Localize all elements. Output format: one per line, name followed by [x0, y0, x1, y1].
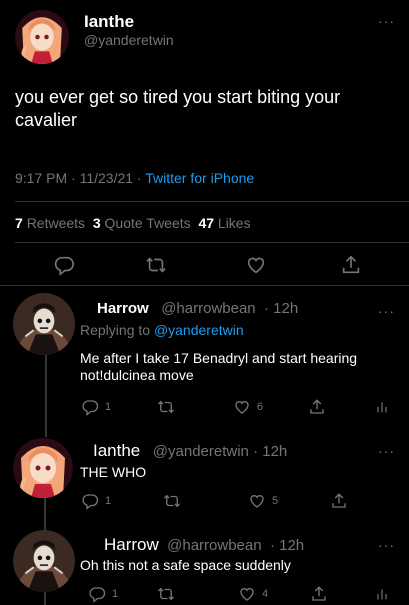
reply-header: Harrow @harrowbean · 12h: [104, 535, 304, 555]
retweets-stat[interactable]: 7 Retweets: [15, 215, 85, 231]
divider: [0, 285, 409, 286]
reply-button[interactable]: [53, 254, 75, 276]
share-button[interactable]: [308, 398, 326, 416]
reply-header: Ianthe @yanderetwin · 12h: [93, 441, 287, 461]
author-handle[interactable]: @harrowbean: [161, 300, 255, 317]
retweet-button[interactable]: [157, 585, 175, 603]
tweet-timestamp: 9:17 PM · 11/23/21 · Twitter for iPhone: [15, 170, 254, 186]
replying-to-prefix: Replying to: [80, 322, 151, 338]
like-button[interactable]: 5: [248, 492, 278, 510]
reply-button[interactable]: 1: [81, 492, 111, 510]
replying-to: Replying to @yanderetwin: [80, 322, 244, 338]
avatar[interactable]: [13, 530, 75, 592]
heart-icon: [248, 492, 266, 510]
reply-header: Harrow @harrowbean · 12h: [97, 300, 298, 317]
like-button[interactable]: [245, 254, 267, 276]
divider: [15, 201, 409, 202]
share-button[interactable]: [310, 585, 328, 603]
harrow-avatar-icon: [13, 530, 75, 592]
reply-text: THE WHO: [80, 464, 147, 480]
share-button[interactable]: [330, 492, 348, 510]
retweet-button[interactable]: [145, 254, 167, 276]
author-name[interactable]: Ianthe: [84, 12, 134, 32]
reply-icon: [81, 492, 99, 510]
analytics-icon: [374, 585, 390, 603]
heart-icon: [238, 585, 256, 603]
retweet-icon: [157, 585, 175, 603]
retweet-icon: [157, 398, 175, 416]
reply-count: 1: [112, 588, 119, 600]
reply-time[interactable]: · 12h: [264, 300, 298, 317]
reply-text-line: not!dulcinea move: [80, 367, 194, 383]
share-icon: [340, 254, 362, 276]
author-name[interactable]: Harrow: [97, 300, 149, 317]
author-handle[interactable]: @yanderetwin: [153, 443, 249, 460]
retweet-button[interactable]: [157, 398, 175, 416]
reply-icon: [81, 398, 99, 416]
reply-text: Oh this not a safe space suddenly: [80, 557, 291, 573]
share-icon: [308, 398, 326, 416]
reply-text: Me after I take 17 Benadryl and start he…: [80, 350, 357, 384]
retweet-icon: [145, 254, 167, 276]
like-count: 4: [262, 588, 269, 600]
like-count: 6: [257, 401, 264, 413]
avatar[interactable]: [13, 293, 75, 355]
harrow-avatar-icon: [13, 293, 75, 355]
reply-icon: [88, 585, 106, 603]
divider: [15, 242, 409, 243]
reply-button[interactable]: 1: [88, 585, 118, 603]
tweet-text-line: cavalier: [15, 110, 78, 130]
analytics-icon: [374, 398, 390, 416]
thread-line: [44, 592, 46, 605]
more-icon[interactable]: ···: [378, 304, 395, 318]
retweet-button[interactable]: [163, 492, 181, 510]
analytics-button[interactable]: [374, 585, 390, 603]
more-icon[interactable]: ···: [378, 14, 395, 28]
heart-icon: [245, 254, 267, 276]
share-icon: [310, 585, 328, 603]
engagement-stats: 7 Retweets 3 Quote Tweets 47 Likes: [15, 215, 251, 231]
reply-count: 1: [105, 495, 112, 507]
like-button[interactable]: 4: [238, 585, 268, 603]
thread-line: [45, 355, 47, 437]
avatar[interactable]: [13, 438, 73, 498]
reply-time[interactable]: · 12h: [270, 537, 304, 554]
reply-time[interactable]: · 12h: [253, 443, 287, 460]
author-name[interactable]: Harrow: [104, 535, 159, 554]
author-name[interactable]: Ianthe: [93, 441, 140, 460]
retweet-icon: [163, 492, 181, 510]
tweet-source-link[interactable]: Twitter for iPhone: [145, 170, 254, 186]
analytics-button[interactable]: [374, 398, 390, 416]
likes-stat[interactable]: 47 Likes: [198, 215, 250, 231]
reply-icon: [53, 254, 75, 276]
reply-count: 1: [105, 401, 112, 413]
author-handle[interactable]: @yanderetwin: [84, 32, 174, 48]
timestamp[interactable]: 9:17 PM · 11/23/21 ·: [15, 170, 142, 186]
like-button[interactable]: 6: [233, 398, 263, 416]
tweet-text: you ever get so tired you start biting y…: [15, 86, 407, 132]
reply-text-line: Me after I take 17 Benadryl and start he…: [80, 350, 358, 366]
heart-icon: [233, 398, 251, 416]
more-icon[interactable]: ···: [378, 538, 395, 552]
replying-to-link[interactable]: @yanderetwin: [154, 322, 244, 338]
avatar[interactable]: [15, 10, 69, 64]
author-handle[interactable]: @harrowbean: [167, 537, 261, 554]
like-count: 5: [272, 495, 279, 507]
more-icon[interactable]: ···: [378, 444, 395, 458]
tweet-text-line: you ever get so tired you start biting y…: [15, 87, 341, 107]
share-button[interactable]: [340, 254, 362, 276]
quote-tweets-stat[interactable]: 3 Quote Tweets: [93, 215, 191, 231]
share-icon: [330, 492, 348, 510]
ianthe-avatar-icon: [13, 438, 73, 498]
ianthe-avatar-icon: [15, 10, 69, 64]
thread-line: [44, 498, 46, 530]
reply-button[interactable]: 1: [81, 398, 111, 416]
